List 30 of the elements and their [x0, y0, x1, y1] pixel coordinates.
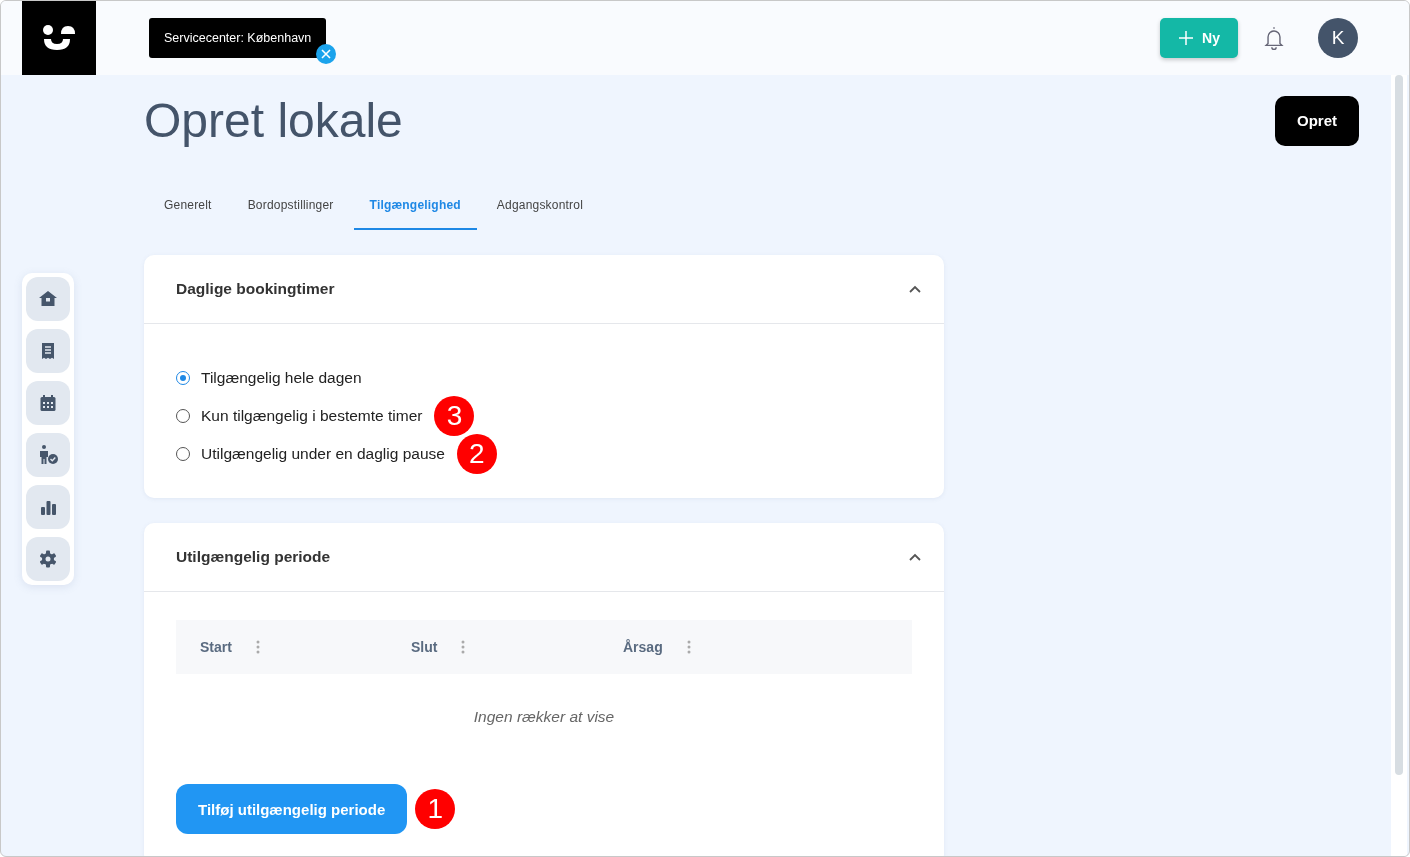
radio-option[interactable]: Utilgængelig under en daglig pause	[176, 445, 445, 463]
tooltip: Servicecenter: København	[149, 18, 327, 58]
tab[interactable]: Adgangskontrol	[480, 181, 599, 230]
create-button[interactable]: Opret	[1275, 95, 1359, 146]
card-title: Daglige bookingtimer	[176, 280, 335, 298]
tab[interactable]: Bordopstillinger	[231, 181, 350, 230]
callout-number: 3	[434, 396, 475, 436]
column-header: Årsag	[623, 639, 663, 655]
column-header: Slut	[411, 639, 438, 655]
tab[interactable]: Generelt	[144, 181, 228, 230]
person-check-icon[interactable]	[26, 433, 70, 477]
logo[interactable]	[22, 1, 96, 75]
calendar-icon[interactable]	[26, 381, 70, 425]
scrollbar-thumb[interactable]	[1395, 75, 1403, 775]
empty-message: Ingen rækker at vise	[472, 708, 616, 727]
page-title: Opret lokale	[144, 93, 403, 148]
home-icon[interactable]	[26, 277, 70, 321]
settings-icon[interactable]	[26, 537, 70, 581]
bar-chart-icon[interactable]	[26, 485, 70, 529]
receipt-icon[interactable]	[26, 329, 70, 373]
close-icon[interactable]	[316, 44, 337, 64]
logo-icon	[41, 24, 77, 52]
callout-number: 1	[415, 789, 456, 829]
plus-icon	[1178, 30, 1195, 46]
radio-option[interactable]: Kun tilgængelig i bestemte timer	[176, 407, 423, 425]
radio-option[interactable]: Tilgængelig hele dagen	[176, 369, 362, 387]
avatar[interactable]: K	[1318, 18, 1358, 58]
column-header: Start	[200, 639, 232, 655]
callout-number: 2	[456, 434, 497, 474]
card-title: Utilgængelig periode	[176, 548, 331, 566]
